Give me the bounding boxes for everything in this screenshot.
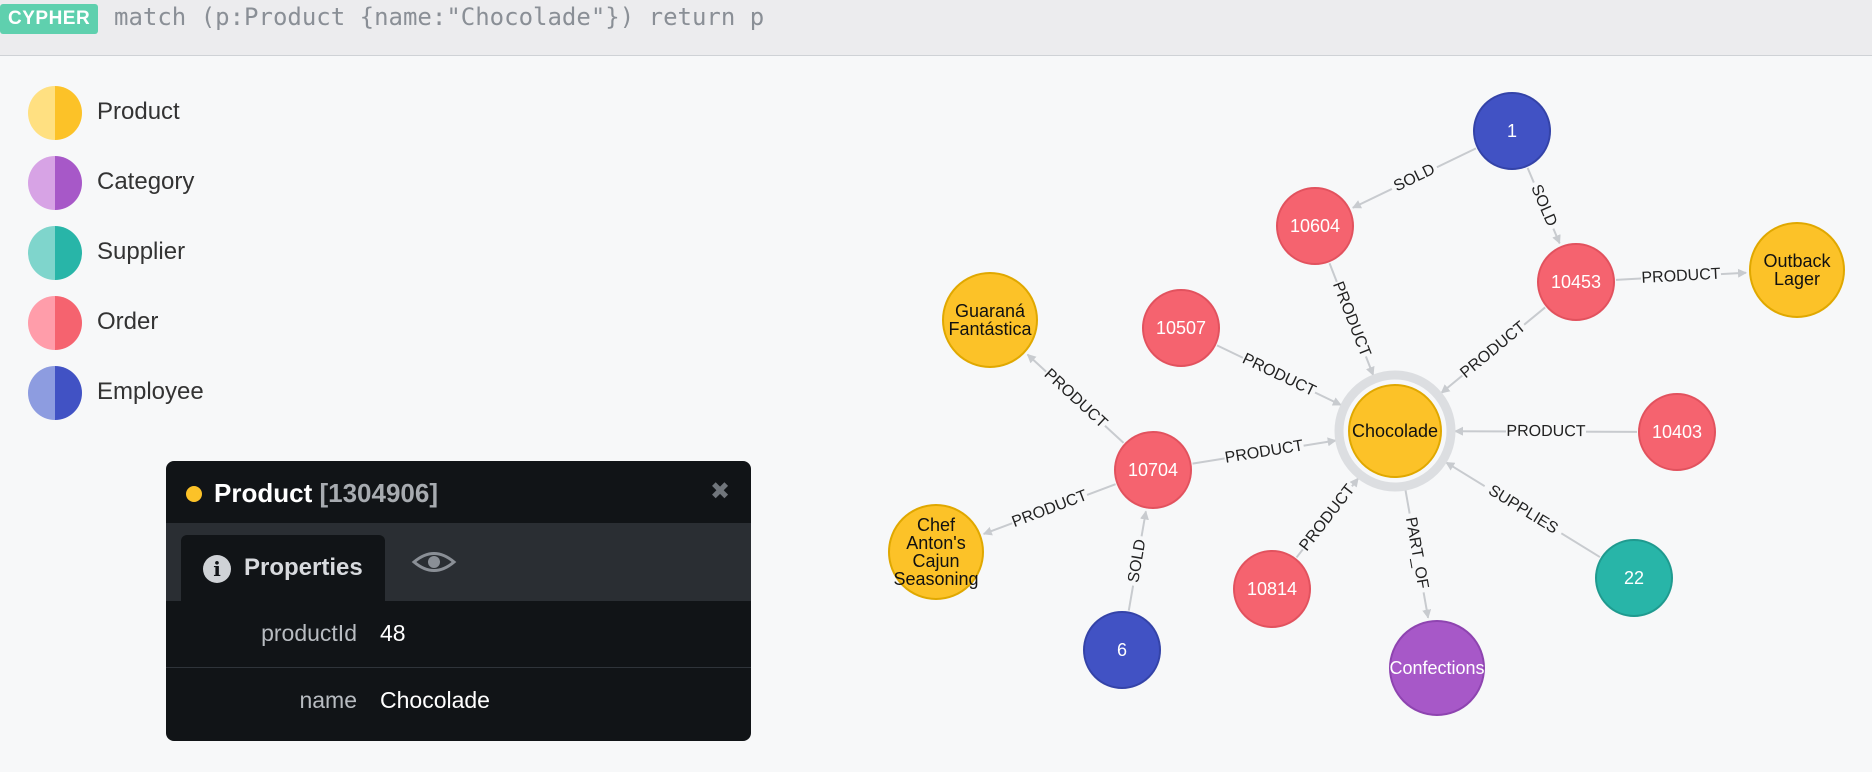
node-e6[interactable]: 6 [1083, 611, 1161, 689]
node-label: Fantástica [948, 319, 1032, 339]
node-label: 10814 [1247, 579, 1297, 599]
node-outback[interactable]: OutbackLager [1749, 222, 1845, 318]
node-label: 10453 [1551, 272, 1601, 292]
edge-label-group: PRODUCT [1238, 348, 1320, 402]
node-confections[interactable]: Confections [1389, 620, 1485, 716]
edge-label-group: PRODUCT [1327, 278, 1376, 361]
node-o10704[interactable]: 10704 [1114, 431, 1192, 509]
edge-label: SOLD [1391, 161, 1438, 195]
node-o10604[interactable]: 10604 [1276, 187, 1354, 265]
node-label: Chocolade [1352, 421, 1438, 441]
edge-label: SOLD [1527, 182, 1560, 229]
panel-tabs: i Properties [166, 523, 751, 601]
edge-label: PRODUCT [1457, 318, 1529, 382]
edge-label: PRODUCT [1506, 423, 1585, 440]
node-guarana[interactable]: GuaranáFantástica [942, 272, 1038, 368]
edge-label: PRODUCT [1224, 437, 1305, 466]
node-label: Outback [1763, 251, 1831, 271]
edge-label-group: PART_OF [1399, 511, 1434, 595]
edge-label-group: SUPPLIES [1479, 477, 1567, 542]
node-label: 10604 [1290, 216, 1340, 236]
edge-label: PRODUCT [1041, 366, 1111, 432]
edge-label-group: PRODUCT [1455, 317, 1531, 384]
info-icon: i [203, 555, 231, 583]
edge-label-group: SOLD [1524, 178, 1563, 233]
node-label: 22 [1624, 568, 1644, 588]
panel-title-label: Product [214, 478, 313, 508]
property-row-productid: productId 48 [166, 601, 751, 667]
node-inspector-panel: Product [1304906] ✖ i Properties product… [166, 461, 751, 741]
node-chef[interactable]: ChefAnton'sCajunSeasoning [888, 504, 984, 600]
node-label: 1 [1507, 121, 1517, 141]
node-choc[interactable]: Chocolade [1334, 370, 1456, 492]
property-key: productId [261, 620, 357, 646]
node-label: Confections [1389, 658, 1484, 678]
edge-label: PRODUCT [1296, 481, 1358, 554]
node-label: Chef [917, 515, 956, 535]
edge-label: SOLD [1125, 538, 1149, 584]
node-label: 10704 [1128, 460, 1178, 480]
panel-header: Product [1304906] ✖ [166, 461, 751, 523]
edge-label-group: PRODUCT [1505, 421, 1587, 442]
edge-label: PRODUCT [1329, 279, 1374, 359]
edge-label-group: SOLD [1123, 534, 1152, 588]
node-label: 10507 [1156, 318, 1206, 338]
property-row-name: name Chocolade [166, 668, 751, 734]
property-key: name [299, 687, 357, 713]
tab-properties[interactable]: i Properties [181, 535, 385, 601]
node-label: 10403 [1652, 422, 1702, 442]
node-label: Seasoning [893, 569, 978, 589]
edge-label: SUPPLIES [1485, 482, 1561, 537]
product-color-dot [186, 486, 202, 502]
eye-icon [411, 552, 457, 572]
tab-properties-label: Properties [244, 554, 363, 581]
edge-label-group: PRODUCT [1223, 435, 1306, 469]
node-label: Anton's [906, 533, 965, 553]
node-s22[interactable]: 22 [1595, 539, 1673, 617]
edge-label-group: PRODUCT [1008, 485, 1091, 533]
panel-title: Product [1304906] [214, 478, 438, 509]
close-icon[interactable]: ✖ [710, 477, 730, 506]
edge-label-group: SOLD [1387, 158, 1442, 198]
property-value[interactable]: Chocolade [380, 687, 490, 714]
node-o10403[interactable]: 10403 [1638, 393, 1716, 471]
panel-node-id: [1304906] [319, 478, 439, 508]
edge-label-group: PRODUCT [1640, 264, 1722, 289]
node-o10453[interactable]: 10453 [1537, 243, 1615, 321]
node-label: 6 [1117, 640, 1127, 660]
node-o10507[interactable]: 10507 [1142, 289, 1220, 367]
node-label: Cajun [912, 551, 959, 571]
property-value[interactable]: 48 [380, 620, 406, 647]
node-e1[interactable]: 1 [1473, 92, 1551, 170]
edge-label: PRODUCT [1240, 350, 1319, 400]
node-label: Lager [1774, 269, 1820, 289]
edge-label-group: PRODUCT [1039, 364, 1112, 434]
node-o10814[interactable]: 10814 [1233, 550, 1311, 628]
node-label: Guaraná [955, 301, 1026, 321]
edge-label-group: PRODUCT [1294, 480, 1360, 556]
tab-style[interactable] [404, 539, 464, 585]
edge-label: PART_OF [1402, 516, 1431, 590]
